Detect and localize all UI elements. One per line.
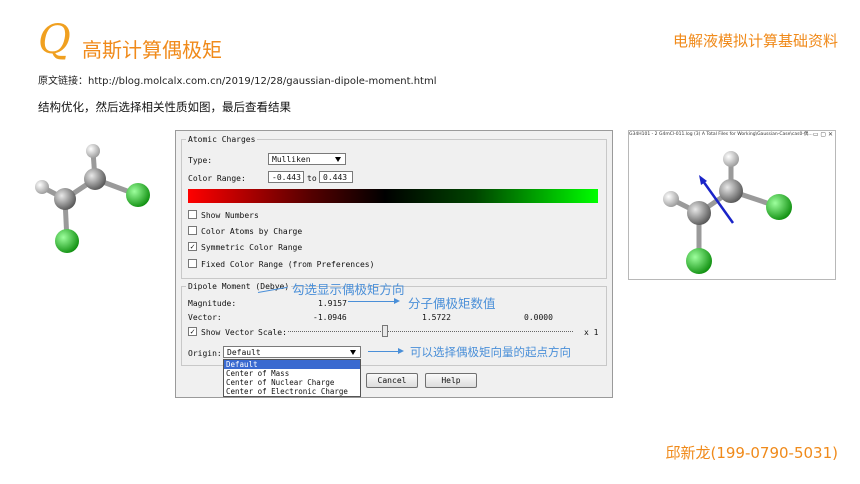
fixed-range-label: Fixed Color Range (from Preferences)	[201, 260, 375, 269]
color-range-min-input[interactable]: -0.443	[268, 171, 304, 183]
scale-suffix: x 1	[584, 328, 599, 337]
source-link-url[interactable]: http://blog.molcalx.com.cn/2019/12/28/ga…	[88, 76, 436, 87]
show-numbers-label: Show Numbers	[201, 211, 259, 220]
show-vector-label: Show Vector	[201, 328, 254, 337]
molecule-left-image	[35, 144, 150, 253]
annotation-origin-choice: 可以选择偶极矩向量的起点方向	[410, 345, 571, 359]
chlorine-atom	[55, 229, 79, 253]
cancel-button[interactable]: Cancel	[366, 373, 418, 388]
color-atoms-label: Color Atoms by Charge	[201, 227, 303, 236]
color-range-label: Color Range:	[188, 174, 246, 183]
chlorine-atom	[686, 248, 712, 274]
color-range-max-input[interactable]: 0.443	[319, 171, 353, 183]
atomic-charges-group	[181, 139, 607, 279]
brand-text: 电解液模拟计算基础资料	[672, 32, 838, 50]
carbon-atom	[54, 188, 76, 210]
q-logo-icon: Q	[38, 17, 71, 63]
viewer-title-bar: G34H101 - 2 G4mCl-011.log (3) A Total Fi…	[629, 131, 835, 139]
origin-option-default[interactable]: Default	[224, 360, 360, 369]
molecule-viewer-window: G34H101 - 2 G4mCl-011.log (3) A Total Fi…	[628, 130, 836, 280]
annotation-arrow-line	[348, 301, 394, 302]
vector-z-value: 0.0000	[524, 313, 553, 322]
chlorine-atom	[126, 183, 150, 207]
vector-y-value: 1.5722	[422, 313, 451, 322]
hydrogen-atom	[86, 144, 100, 158]
color-range-to-label: to	[307, 174, 317, 183]
fixed-range-checkbox[interactable]	[188, 259, 197, 268]
scale-slider-thumb[interactable]	[382, 325, 388, 337]
symmetric-range-label: Symmetric Color Range	[201, 243, 303, 252]
molecule-right-image	[663, 151, 792, 274]
arrow-right-icon	[398, 348, 404, 354]
origin-select[interactable]: Default	[223, 346, 361, 358]
origin-option-electronic-charge[interactable]: Center of Electronic Charge	[224, 387, 360, 396]
contact-info: 邱新龙(199-0790-5031)	[665, 444, 838, 462]
hydrogen-atom	[35, 180, 49, 194]
hydrogen-atom	[663, 191, 679, 207]
annotation-arrow-line	[368, 351, 398, 352]
help-button[interactable]: Help	[425, 373, 477, 388]
atomic-charges-title: Atomic Charges	[186, 135, 258, 144]
type-label: Type:	[188, 156, 213, 165]
color-atoms-checkbox[interactable]	[188, 226, 197, 235]
origin-dropdown-list: Default Center of Mass Center of Nuclear…	[223, 359, 361, 397]
scale-label: Scale:	[258, 328, 287, 337]
annotation-dipole-value: 分子偶极矩数值	[408, 296, 496, 311]
carbon-atom	[719, 179, 743, 203]
magnitude-value: 1.9157	[318, 299, 347, 308]
origin-label: Origin:	[188, 349, 222, 358]
arrow-right-icon	[394, 298, 400, 304]
magnitude-label: Magnitude:	[188, 299, 237, 308]
chlorine-atom	[766, 194, 792, 220]
type-select[interactable]: Mulliken	[268, 153, 346, 165]
hydrogen-atom	[723, 151, 739, 167]
color-range-gradient	[188, 189, 598, 203]
scale-slider-track[interactable]	[288, 331, 573, 332]
source-link-label: 原文链接：	[38, 76, 88, 87]
chevron-down-icon	[350, 350, 356, 355]
window-controls[interactable]: ▭ ▢ ✕	[813, 132, 833, 138]
description-text: 结构优化，然后选择相关性质如图，最后查看结果	[38, 100, 291, 114]
annotation-show-dipole: 勾选显示偶极矩方向	[292, 282, 405, 297]
page-title: 高斯计算偶极矩	[82, 38, 222, 62]
source-link-row: 原文链接：http://blog.molcalx.com.cn/2019/12/…	[38, 72, 436, 87]
symmetric-range-checkbox[interactable]: ✓	[188, 242, 197, 251]
show-vector-checkbox[interactable]: ✓	[188, 327, 197, 336]
carbon-atom	[84, 168, 106, 190]
type-select-value: Mulliken	[272, 155, 311, 164]
carbon-atom	[687, 201, 711, 225]
origin-option-center-of-mass[interactable]: Center of Mass	[224, 369, 360, 378]
vector-label: Vector:	[188, 313, 222, 322]
chevron-down-icon	[335, 157, 341, 162]
origin-select-value: Default	[227, 348, 261, 357]
vector-x-value: -1.0946	[313, 313, 347, 322]
show-numbers-checkbox[interactable]	[188, 210, 197, 219]
origin-option-nuclear-charge[interactable]: Center of Nuclear Charge	[224, 378, 360, 387]
viewer-title: G34H101 - 2 G4mCl-011.log (3) A Total Fi…	[629, 132, 813, 137]
